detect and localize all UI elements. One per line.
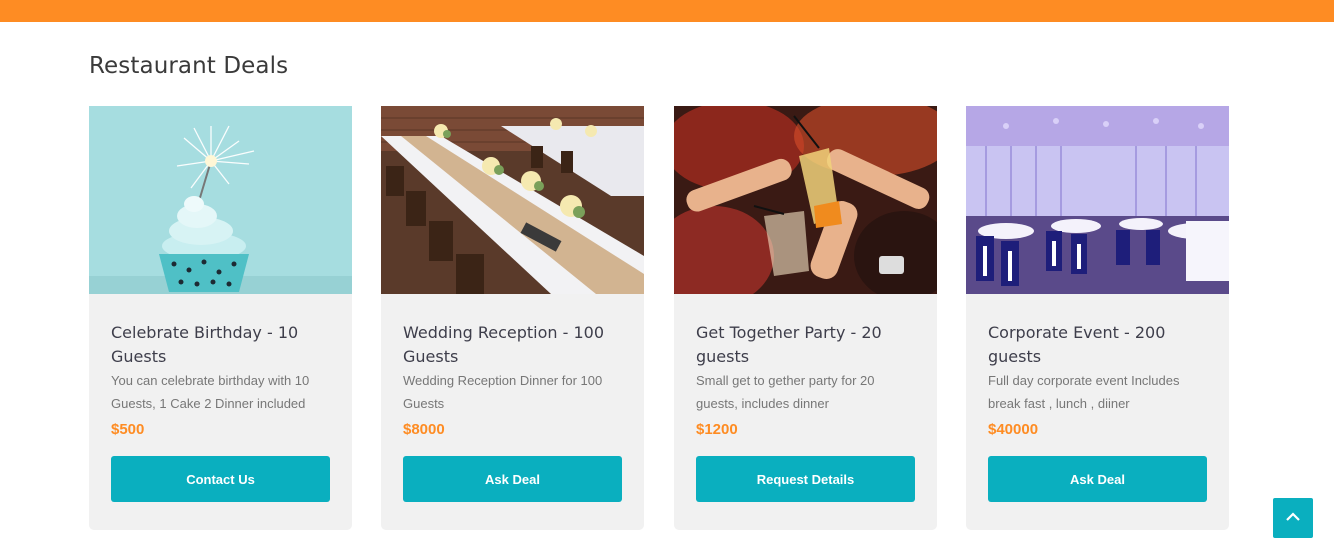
deal-image-banquet-hall [966,106,1229,294]
deal-image-wedding-tables [381,106,644,294]
deal-title: Wedding Reception - 100 Guests [403,323,605,366]
deal-card-birthday: Celebrate Birthday - 10 Guests You can c… [89,106,352,530]
ask-deal-button[interactable]: Ask Deal [988,456,1207,502]
deal-image-birthday-cupcake [89,106,352,294]
deal-title: Celebrate Birthday - 10 Guests [111,323,299,366]
deal-card-party: Get Together Party - 20 guests Small get… [674,106,937,530]
chevron-up-icon [1286,512,1300,521]
request-details-button[interactable]: Request Details [696,456,915,502]
deal-price: $8000 [403,421,445,438]
ask-deal-button[interactable]: Ask Deal [403,456,622,502]
deal-card-wedding: Wedding Reception - 100 Guests Wedding R… [381,106,644,530]
deal-price: $1200 [696,421,738,438]
deal-title: Get Together Party - 20 guests [696,323,882,366]
deal-description: You can celebrate birthday with 10 Guest… [111,373,310,411]
deal-description: Full day corporate event Includes break … [988,373,1180,411]
section-title: Restaurant Deals [89,53,289,79]
deal-card-corporate: Corporate Event - 200 guests Full day co… [966,106,1229,530]
deal-description: Wedding Reception Dinner for 100 Guests [403,373,603,411]
contact-us-button[interactable]: Contact Us [111,456,330,502]
deal-price: $40000 [988,421,1039,438]
deal-image-party-toast [674,106,937,294]
deal-description: Small get to gether party for 20 guests,… [696,373,875,411]
deal-price: $500 [111,421,145,438]
top-accent-bar [0,0,1334,22]
deal-title: Corporate Event - 200 guests [988,323,1166,366]
scroll-to-top-button[interactable] [1273,498,1313,538]
